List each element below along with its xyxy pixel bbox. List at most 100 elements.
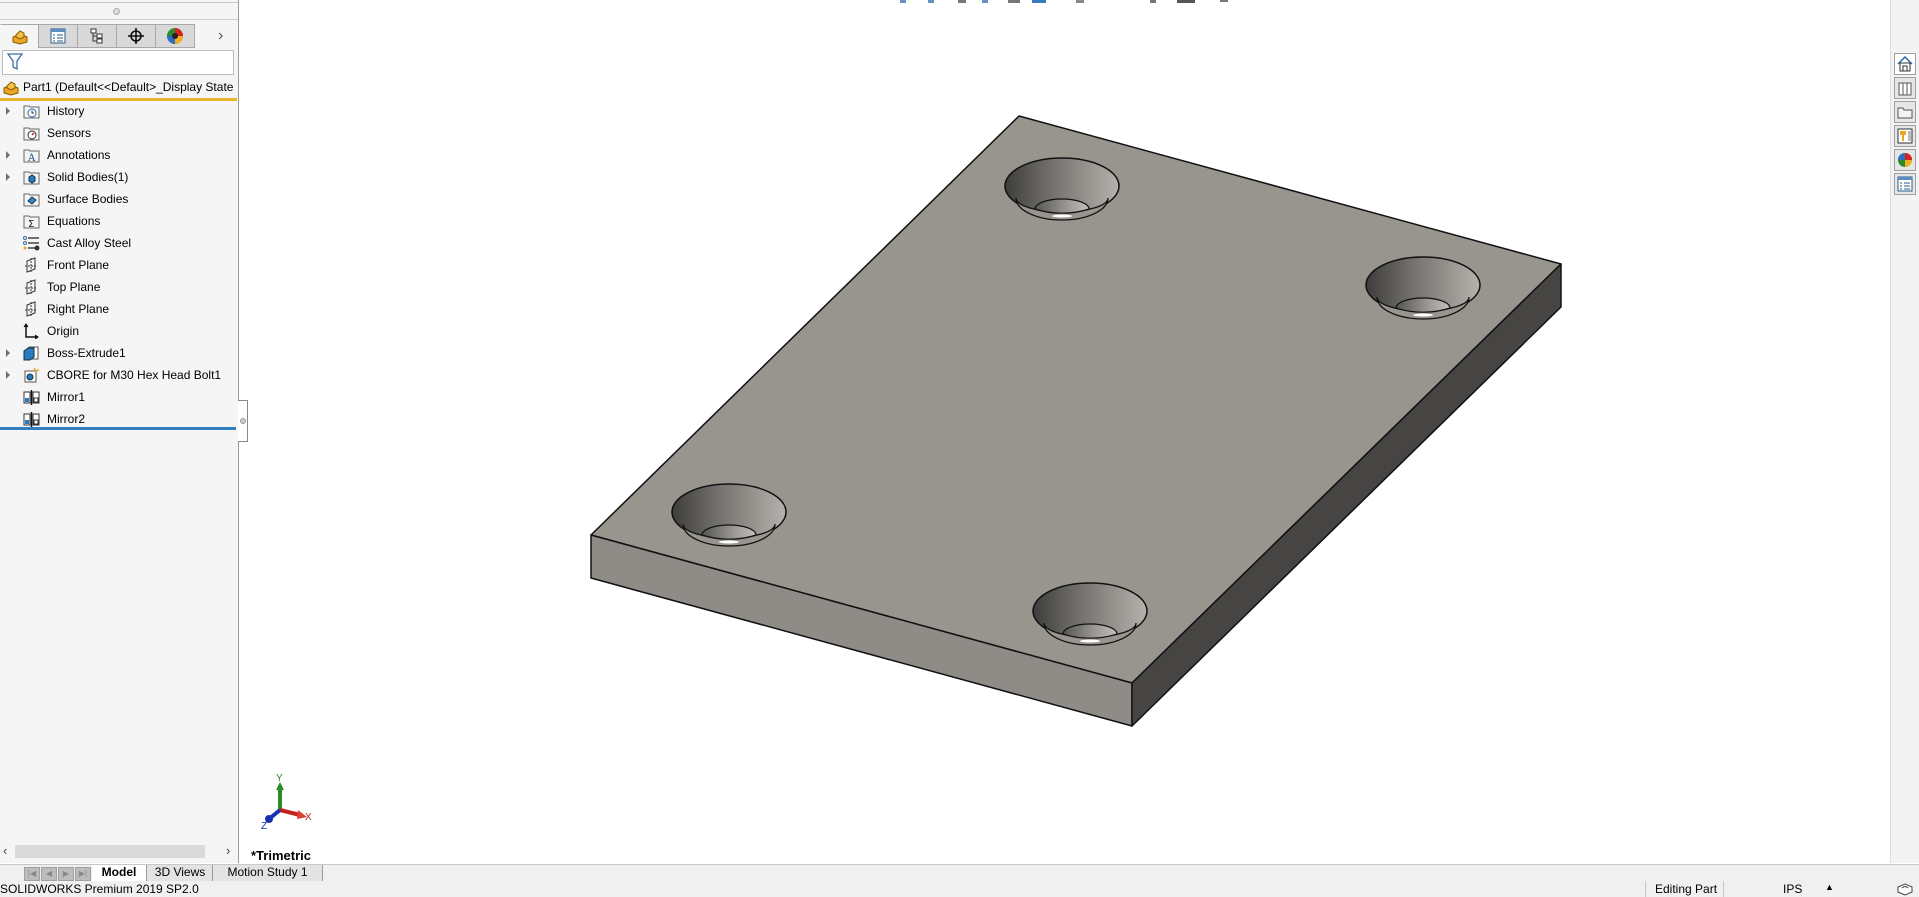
tree-node-equations[interactable]: Σ Equations: [0, 210, 238, 232]
tree-node-label: Mirror1: [47, 390, 85, 404]
custom-properties-icon: [1897, 176, 1913, 192]
rollback-bar[interactable]: [0, 427, 236, 430]
panel-resize-grip[interactable]: [0, 0, 238, 20]
units-caret-icon[interactable]: ▲: [1825, 882, 1834, 892]
configurationmanager-tab[interactable]: [78, 24, 117, 48]
reference-triad: Y X Z: [261, 773, 312, 832]
unit-system-selector[interactable]: IPS: [1783, 882, 1802, 896]
bottom-tabs-bar: |◀ ◀ ▶ ▶| Model 3D Views Motion Study 1: [0, 864, 1919, 882]
part-root-node[interactable]: Part1 (Default<<Default>_Display State: [0, 78, 238, 98]
expand-arrow-icon[interactable]: [6, 173, 10, 181]
toolbar-icon-fragment[interactable]: [900, 0, 906, 3]
tree-node-surface-bodies[interactable]: Surface Bodies: [0, 188, 238, 210]
hole-highlight: [1080, 639, 1100, 643]
tree-node-mirror1[interactable]: Mirror1: [0, 386, 238, 408]
hole-highlight: [1413, 313, 1433, 317]
prev-tab-button[interactable]: ◀: [41, 867, 57, 881]
tree-node-label: Top Plane: [47, 280, 101, 294]
scroll-left-arrow-icon[interactable]: ‹: [3, 843, 7, 858]
svg-text:A: A: [27, 153, 36, 163]
scrollbar-thumb[interactable]: [15, 845, 205, 858]
tree-node-right-plane[interactable]: Right Plane: [0, 298, 238, 320]
material-icon: [23, 236, 40, 251]
home-icon: [1897, 56, 1913, 72]
solid-bodies-folder-icon: [23, 171, 40, 185]
tab-model[interactable]: Model: [92, 865, 146, 881]
plane-icon: [25, 257, 37, 273]
feature-filter-input[interactable]: [2, 50, 234, 75]
toolbar-icon-fragment[interactable]: [1008, 0, 1020, 3]
tree-node-cbore-for-m30-hex-head-bolt1[interactable]: CBORE for M30 Hex Head Bolt1: [0, 364, 238, 386]
rebuild-tools-icon[interactable]: [1896, 881, 1914, 897]
tree-node-label: Equations: [47, 214, 101, 228]
file-explorer-button[interactable]: [1894, 101, 1916, 123]
status-separator: [1723, 881, 1724, 897]
toolbar-icon-fragment[interactable]: [1150, 0, 1156, 3]
expand-arrow-icon[interactable]: [6, 349, 10, 357]
first-tab-button[interactable]: |◀: [24, 867, 40, 881]
edit-mode-status: Editing Part: [1655, 882, 1718, 896]
toolbar-icon-fragment[interactable]: [928, 0, 934, 3]
part-icon: [3, 81, 19, 96]
tree-node-label: Annotations: [47, 148, 111, 162]
next-tab-button[interactable]: ▶: [58, 867, 74, 881]
tree-node-origin[interactable]: Origin: [0, 320, 238, 342]
dimxpert-tab[interactable]: [117, 24, 156, 48]
feature-manager-tabs: [0, 24, 195, 49]
tree-node-front-plane[interactable]: Front Plane: [0, 254, 238, 276]
status-bar: SOLIDWORKS Premium 2019 SP2.0 Editing Pa…: [0, 881, 1919, 897]
last-tab-button[interactable]: ▶|: [75, 867, 91, 881]
expand-arrow-icon[interactable]: [6, 107, 10, 115]
expand-arrow-icon[interactable]: [6, 371, 10, 379]
tree-node-annotations[interactable]: A Annotations: [0, 144, 238, 166]
feature-tree: History Sensors A Annotations Solid Bodies(1…: [0, 100, 238, 430]
tree-node-label: Surface Bodies: [47, 192, 129, 206]
tab-3d-views[interactable]: 3D Views: [146, 865, 214, 882]
toolbar-icon-fragment[interactable]: [1032, 0, 1046, 3]
tree-node-label: CBORE for M30 Hex Head Bolt1: [47, 368, 222, 382]
view-palette-button[interactable]: [1894, 125, 1916, 147]
solidworks-resources-button[interactable]: [1894, 53, 1916, 75]
propertymanager-tab[interactable]: [39, 24, 78, 48]
design-library-button[interactable]: [1894, 77, 1916, 99]
tree-node-top-plane[interactable]: Top Plane: [0, 276, 238, 298]
tab-motion-study-1[interactable]: Motion Study 1: [212, 865, 323, 882]
toolbar-icon-fragment[interactable]: [1177, 0, 1195, 3]
filter-funnel-icon: [7, 53, 23, 71]
grip-dot: [113, 8, 120, 15]
expand-arrow-icon[interactable]: [6, 151, 10, 159]
tab-scroll-buttons: |◀ ◀ ▶ ▶|: [24, 867, 92, 881]
tree-node-label: Solid Bodies(1): [47, 170, 129, 184]
property-list-icon: [50, 28, 66, 44]
heads-up-toolbar[interactable]: [900, 0, 1228, 3]
mirror-icon: [23, 390, 40, 405]
toolbar-icon-fragment[interactable]: [982, 0, 988, 3]
graphics-area[interactable]: Y X Z: [239, 0, 1889, 863]
more-tabs-chevron-icon[interactable]: ›: [218, 27, 223, 45]
tree-node-history[interactable]: History: [0, 100, 238, 122]
folder-icon: [1897, 107, 1913, 119]
toolbar-icon-fragment[interactable]: [1220, 0, 1228, 2]
featuremanager-tab[interactable]: [0, 24, 39, 48]
status-separator: [1645, 881, 1646, 897]
product-version-label: SOLIDWORKS Premium 2019 SP2.0: [0, 882, 199, 896]
scroll-right-arrow-icon[interactable]: ›: [226, 843, 230, 858]
tree-node-sensors[interactable]: Sensors: [0, 122, 238, 144]
toolbar-icon-fragment[interactable]: [1076, 0, 1084, 3]
equations-folder-icon: Σ: [23, 215, 40, 229]
tree-node-solid-bodies-1[interactable]: Solid Bodies(1): [0, 166, 238, 188]
tree-node-cast-alloy-steel[interactable]: Cast Alloy Steel: [0, 232, 238, 254]
tree-node-boss-extrude1[interactable]: Boss-Extrude1: [0, 342, 238, 364]
plate-model[interactable]: [590, 115, 1562, 727]
horizontal-scrollbar[interactable]: ‹ ›: [0, 843, 238, 860]
triad-x-label: X: [305, 812, 312, 823]
custom-properties-button[interactable]: [1894, 173, 1916, 195]
appearances-button[interactable]: [1894, 149, 1916, 171]
toolbar-icon-fragment[interactable]: [958, 0, 966, 3]
tree-node-label: Right Plane: [47, 302, 110, 316]
displaymanager-tab[interactable]: [156, 24, 195, 48]
origin-icon: [23, 323, 39, 339]
appearance-ball-icon: [167, 28, 183, 44]
tree-node-label: Sensors: [47, 126, 92, 140]
tree-node-label: Origin: [47, 324, 80, 338]
